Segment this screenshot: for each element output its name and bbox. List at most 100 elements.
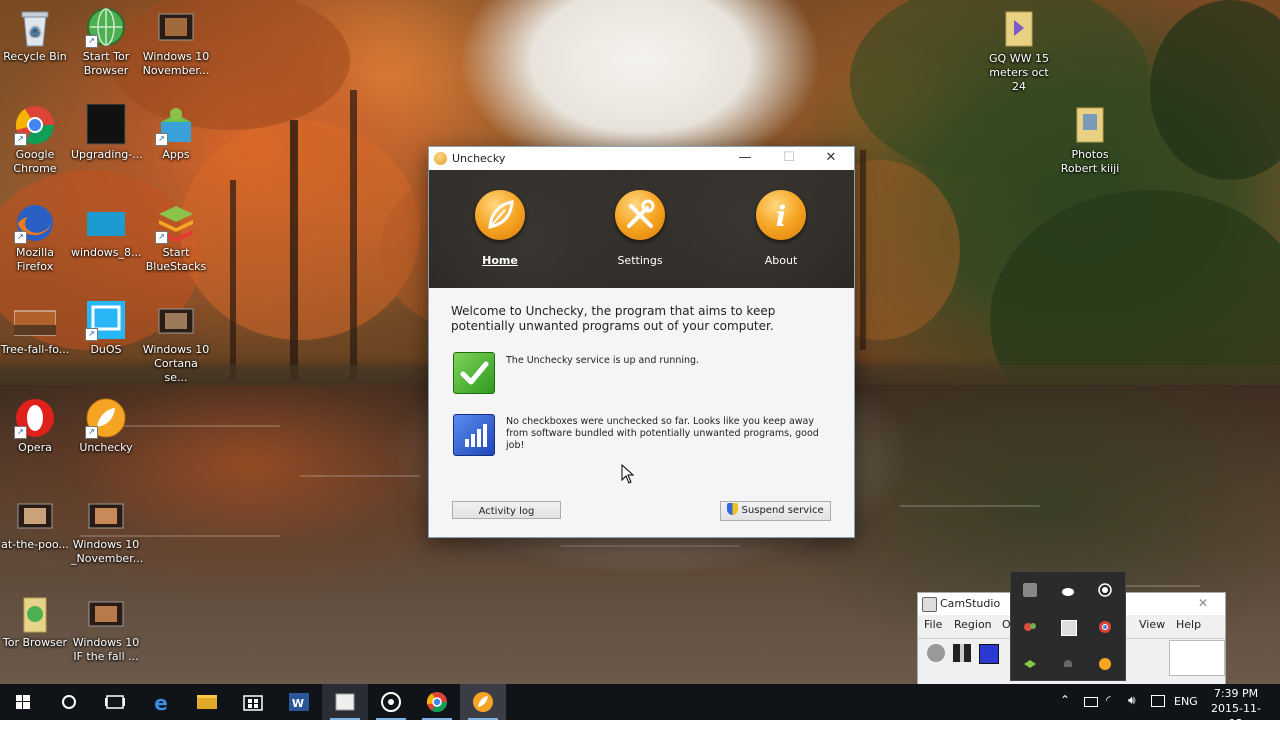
menu-help[interactable]: Help bbox=[1176, 618, 1201, 631]
desktop-icon-label: Photos Robert kiiji bbox=[1060, 148, 1120, 175]
chrome-icon: ↗ bbox=[14, 104, 56, 146]
power-icon[interactable] bbox=[1084, 697, 1098, 707]
unchecky-icon: ↗ bbox=[85, 397, 127, 439]
desktop-icon-windows10-november[interactable]: Windows 10 November... bbox=[141, 6, 211, 78]
taskbar-edge[interactable]: e bbox=[138, 684, 184, 720]
desktop-icon-label: Start BlueStacks bbox=[145, 246, 207, 273]
menu-view[interactable]: View bbox=[1139, 618, 1165, 631]
onedrive-icon[interactable] bbox=[1061, 583, 1075, 597]
desktop-icon-label: Apps bbox=[162, 148, 190, 161]
desktop-icon-windows8[interactable]: windows_8... bbox=[71, 202, 141, 260]
checkbox-stats-text: No checkboxes were unchecked so far. Loo… bbox=[506, 416, 819, 451]
clock[interactable]: 7:39 PM 2015-11-12 bbox=[1206, 686, 1266, 731]
desktop-icon-start-tor-browser[interactable]: ↗ Start Tor Browser bbox=[71, 6, 141, 78]
close-button[interactable]: ✕ bbox=[809, 147, 853, 170]
paint-tray-icon[interactable] bbox=[1023, 620, 1037, 634]
desktop-icon-label: Windows 10 Cortana se... bbox=[142, 343, 210, 384]
desktop-icon-recycle-bin[interactable]: ♻ Recycle Bin bbox=[0, 6, 70, 64]
shortcut-arrow-icon: ↗ bbox=[155, 133, 168, 146]
suspend-service-button[interactable]: Suspend service bbox=[720, 501, 831, 521]
task-view-button[interactable] bbox=[92, 684, 138, 720]
record-button[interactable] bbox=[927, 644, 945, 662]
desktop-icon-label: Google Chrome bbox=[13, 148, 57, 175]
desktop-icon-mozilla-firefox[interactable]: ↗ Mozilla Firefox bbox=[0, 202, 70, 274]
bell-tray-icon[interactable] bbox=[1061, 657, 1075, 671]
unchecky-titlebar[interactable]: Unchecky — ☐ ✕ bbox=[429, 147, 854, 170]
unchecky-window: Unchecky — ☐ ✕ Home Settings i About Wel… bbox=[428, 146, 855, 538]
taskbar-chrome[interactable] bbox=[414, 684, 460, 720]
desktop-icon-at-the-pool[interactable]: at-the-poo... bbox=[0, 494, 70, 552]
menu-file[interactable]: File bbox=[924, 618, 942, 631]
taskbar-unchecky[interactable] bbox=[460, 684, 506, 720]
image-file-icon bbox=[85, 202, 127, 244]
desktop-icon-opera[interactable]: ↗ Opera bbox=[0, 397, 70, 455]
desktop-icon-label: Upgrading-... bbox=[71, 148, 143, 161]
desktop-icon-label: Tor Browser bbox=[2, 636, 68, 649]
desktop-icon-label: Recycle Bin bbox=[3, 50, 67, 63]
desktop-icon-windows10-fall[interactable]: Windows 10 IF the fall ... bbox=[71, 592, 141, 664]
start-button[interactable] bbox=[0, 684, 46, 720]
obs-icon bbox=[381, 692, 401, 712]
activity-log-button[interactable]: Activity log bbox=[452, 501, 561, 519]
desktop-icon-label: Mozilla Firefox bbox=[16, 246, 54, 273]
maximize-button[interactable]: ☐ bbox=[767, 147, 811, 170]
taskbar: e W ⌃ ◜ 🔊︎ ENG 7:39 PM 2015-11-12 bbox=[0, 684, 1280, 730]
nav-home[interactable]: Home bbox=[450, 190, 550, 267]
unchecky-tray-icon[interactable] bbox=[1098, 657, 1112, 671]
camstudio-preview-area bbox=[1169, 640, 1225, 676]
desktop-icon-unchecky[interactable]: ↗ Unchecky bbox=[71, 397, 141, 455]
shortcut-arrow-icon: ↗ bbox=[14, 426, 27, 439]
camstudio-title: CamStudio bbox=[940, 597, 1001, 610]
volume-icon[interactable]: 🔊︎ bbox=[1128, 693, 1136, 708]
desktop-icon-windows10-cortana[interactable]: Windows 10 Cortana se... bbox=[141, 299, 211, 385]
document-tray-icon[interactable] bbox=[1061, 620, 1077, 636]
close-button[interactable]: ✕ bbox=[1198, 596, 1208, 610]
network-icon[interactable]: ◜ bbox=[1106, 693, 1111, 707]
welcome-text: Welcome to Unchecky, the program that ai… bbox=[451, 304, 776, 333]
bluestacks-tray-icon[interactable] bbox=[1023, 657, 1037, 671]
nav-about[interactable]: i About bbox=[731, 190, 831, 267]
menu-region[interactable]: Region bbox=[954, 618, 992, 631]
cortana-button[interactable] bbox=[46, 684, 92, 720]
taskbar-store[interactable] bbox=[230, 684, 276, 720]
video-file-icon bbox=[14, 494, 56, 536]
tray-app-icon[interactable] bbox=[1023, 583, 1037, 597]
camstudio-logo-icon bbox=[922, 597, 937, 612]
mouse-cursor-icon bbox=[621, 463, 635, 487]
desktop-icon-duos[interactable]: ↗ DuOS bbox=[71, 299, 141, 357]
file-explorer-icon bbox=[197, 695, 217, 709]
stop-button[interactable] bbox=[979, 644, 999, 664]
desktop-icon-photos-robert[interactable]: Photos Robert kiiji bbox=[1054, 104, 1126, 176]
nav-settings[interactable]: Settings bbox=[590, 190, 690, 267]
desktop-icon-upgrading[interactable]: Upgrading-... bbox=[71, 103, 143, 162]
taskbar-word[interactable]: W bbox=[276, 684, 322, 720]
desktop-icon-tree-fall[interactable]: Tree-fall-fo... bbox=[0, 299, 70, 357]
task-view-icon bbox=[105, 695, 125, 709]
action-center-icon[interactable] bbox=[1151, 695, 1165, 707]
record-tray-icon[interactable] bbox=[1098, 583, 1112, 597]
minimize-button[interactable]: — bbox=[723, 147, 767, 170]
desktop-icon-gq-ww15[interactable]: GQ WW 15 meters oct 24 bbox=[983, 8, 1055, 94]
svg-text:W: W bbox=[292, 697, 304, 710]
desktop-icon-apps[interactable]: ↗ Apps bbox=[141, 104, 211, 162]
svg-text:e: e bbox=[154, 691, 168, 715]
cortana-icon bbox=[62, 695, 76, 709]
taskbar-obs[interactable] bbox=[368, 684, 414, 720]
chrome-tray-icon[interactable] bbox=[1098, 620, 1112, 634]
info-icon: i bbox=[756, 190, 806, 240]
firefox-icon: ↗ bbox=[14, 202, 56, 244]
pause-button[interactable] bbox=[953, 644, 971, 662]
taskbar-document[interactable] bbox=[322, 684, 368, 720]
desktop-icon-google-chrome[interactable]: ↗ Google Chrome bbox=[0, 104, 70, 176]
opera-icon: ↗ bbox=[14, 397, 56, 439]
taskbar-file-explorer[interactable] bbox=[184, 684, 230, 720]
leaf-icon bbox=[475, 190, 525, 240]
desktop-icon-windows10-november-2[interactable]: Windows 10 _November... bbox=[71, 494, 143, 566]
language-indicator[interactable]: ENG bbox=[1174, 695, 1198, 708]
shortcut-arrow-icon: ↗ bbox=[85, 426, 98, 439]
service-status-text: The Unchecky service is up and running. bbox=[506, 355, 700, 366]
show-hidden-icons-button[interactable]: ⌃ bbox=[1060, 693, 1070, 707]
unchecky-home-panel: Welcome to Unchecky, the program that ai… bbox=[429, 288, 854, 537]
desktop-icon-tor-browser[interactable]: Tor Browser bbox=[0, 592, 70, 650]
desktop-icon-start-bluestacks[interactable]: ↗ Start BlueStacks bbox=[141, 202, 211, 274]
